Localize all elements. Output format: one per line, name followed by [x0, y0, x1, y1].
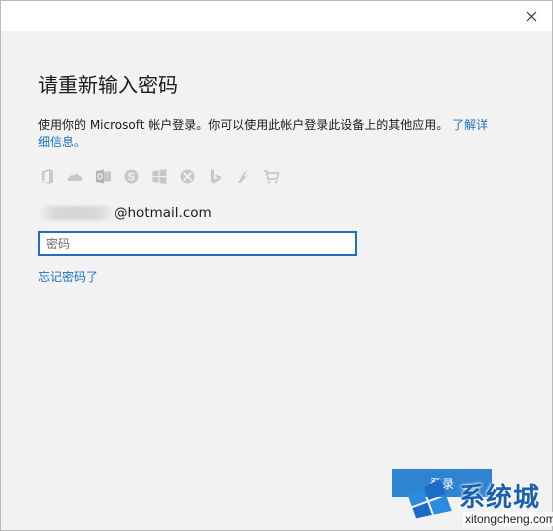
sign-in-content: 请重新输入密码 使用你的 Microsoft 帐户登录。你可以使用此帐户登录此设… [38, 71, 508, 284]
bing-icon [206, 167, 225, 186]
redacted-username [38, 206, 114, 220]
sign-in-window: 请重新输入密码 使用你的 Microsoft 帐户登录。你可以使用此帐户登录此设… [0, 0, 553, 531]
svg-text:S: S [128, 171, 136, 184]
onedrive-icon [66, 167, 85, 186]
close-button[interactable] [516, 3, 546, 29]
watermark-url: xitongcheng.com [463, 512, 553, 526]
office-icon [38, 167, 57, 186]
password-input[interactable] [38, 231, 357, 256]
msn-icon [234, 167, 253, 186]
description: 使用你的 Microsoft 帐户登录。你可以使用此帐户登录此设备上的其他应用。… [38, 117, 500, 151]
xbox-icon [178, 167, 197, 186]
store-icon [262, 167, 281, 186]
forgot-password-link[interactable]: 忘记密码了 [38, 268, 98, 285]
skype-icon: S [122, 167, 141, 186]
outlook-icon [94, 167, 113, 186]
service-icons-row: S [38, 167, 281, 186]
title-bar [1, 1, 552, 31]
account-email-suffix: @hotmail.com [114, 205, 212, 221]
windows-icon [150, 167, 169, 186]
watermark-logo-icon [407, 478, 452, 519]
watermark: 系统城 xitongcheng.com [389, 471, 553, 531]
close-icon [526, 11, 536, 21]
description-text: 使用你的 Microsoft 帐户登录。你可以使用此帐户登录此设备上的其他应用。 [38, 118, 449, 132]
page-title: 请重新输入密码 [38, 73, 178, 97]
watermark-brand: 系统城 [459, 483, 541, 513]
account-row: @hotmail.com [38, 203, 212, 223]
